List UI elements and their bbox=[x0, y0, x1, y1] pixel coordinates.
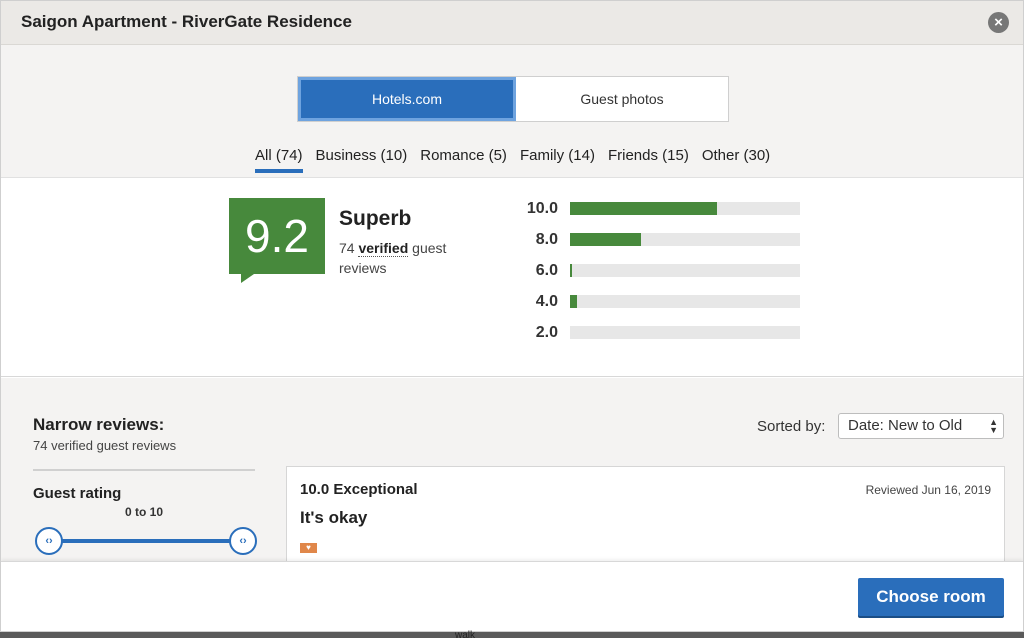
guest-rating-label: Guest rating bbox=[33, 485, 122, 502]
tab-family[interactable]: Family (14) bbox=[520, 147, 595, 173]
distribution-label: 8.0 bbox=[535, 231, 558, 248]
overall-score-badge: 9.2 bbox=[229, 198, 325, 274]
distribution-label: 2.0 bbox=[535, 324, 558, 341]
distribution-track bbox=[570, 264, 800, 277]
divider bbox=[33, 469, 255, 471]
tab-hotels-com[interactable]: Hotels.com bbox=[298, 77, 516, 121]
review-count-text: 74 verified guest reviews bbox=[339, 238, 479, 278]
modal-footer: Choose room bbox=[1, 561, 1023, 631]
review-source-area: Hotels.com Guest photos All (74) Busines… bbox=[1, 45, 1023, 177]
sort-label: Sorted by: bbox=[757, 418, 826, 435]
rating-slider-min-handle[interactable]: ‹› bbox=[35, 527, 63, 555]
modal-title: Saigon Apartment - RiverGate Residence bbox=[21, 12, 352, 31]
distribution-track bbox=[570, 295, 800, 308]
distribution-fill bbox=[570, 233, 642, 246]
tab-other[interactable]: Other (30) bbox=[702, 147, 770, 173]
review-title: It's okay bbox=[300, 508, 368, 527]
tab-romance[interactable]: Romance (5) bbox=[420, 147, 507, 173]
review-source-toggle: Hotels.com Guest photos bbox=[297, 76, 729, 122]
traveler-type-tabs: All (74) Business (10) Romance (5) Famil… bbox=[255, 147, 770, 173]
score-badge-pointer bbox=[241, 274, 254, 283]
tab-business[interactable]: Business (10) bbox=[316, 147, 408, 173]
reviews-section: Narrow reviews: 74 verified guest review… bbox=[1, 378, 1023, 576]
narrow-reviews-subtitle: 74 verified guest reviews bbox=[33, 438, 177, 453]
select-arrows-icon: ▲ ▼ bbox=[989, 417, 998, 435]
rating-slider-track[interactable] bbox=[49, 539, 245, 543]
distribution-label: 10.0 bbox=[526, 200, 558, 217]
traveler-type-icon: ♥ bbox=[300, 543, 317, 553]
sort-selected-value: Date: New to Old bbox=[848, 417, 963, 434]
rating-slider-max-handle[interactable]: ‹› bbox=[229, 527, 257, 555]
distribution-track bbox=[570, 202, 800, 215]
tab-all[interactable]: All (74) bbox=[255, 147, 303, 173]
choose-room-button[interactable]: Choose room bbox=[858, 578, 1004, 616]
rating-word: Superb bbox=[339, 207, 412, 230]
review-count: 74 bbox=[339, 240, 355, 256]
distribution-fill bbox=[570, 202, 718, 215]
tab-friends[interactable]: Friends (15) bbox=[608, 147, 689, 173]
narrow-reviews-title: Narrow reviews: bbox=[33, 415, 165, 434]
tab-guest-photos[interactable]: Guest photos bbox=[516, 77, 728, 121]
review-score: 10.0 Exceptional bbox=[300, 481, 418, 498]
sort-select[interactable]: Date: New to Old ▲ ▼ bbox=[838, 413, 1004, 439]
distribution-track bbox=[570, 233, 800, 246]
distribution-label: 4.0 bbox=[535, 293, 558, 310]
modal-header: Saigon Apartment - RiverGate Residence × bbox=[1, 1, 1023, 45]
review-date: Reviewed Jun 16, 2019 bbox=[865, 483, 991, 497]
rating-summary: 9.2 Superb 74 verified guest reviews 10.… bbox=[1, 177, 1023, 377]
distribution-fill bbox=[570, 295, 577, 308]
rating-range-text: 0 to 10 bbox=[125, 505, 164, 519]
background-page-text: walk bbox=[455, 630, 476, 638]
distribution-track bbox=[570, 326, 800, 339]
verified-link[interactable]: verified bbox=[358, 240, 409, 257]
distribution-fill bbox=[570, 264, 573, 277]
review-card: 10.0 Exceptional Reviewed Jun 16, 2019 I… bbox=[286, 466, 1005, 576]
distribution-label: 6.0 bbox=[535, 262, 558, 279]
close-icon[interactable]: × bbox=[988, 12, 1009, 33]
reviews-modal: Saigon Apartment - RiverGate Residence ×… bbox=[0, 0, 1024, 632]
